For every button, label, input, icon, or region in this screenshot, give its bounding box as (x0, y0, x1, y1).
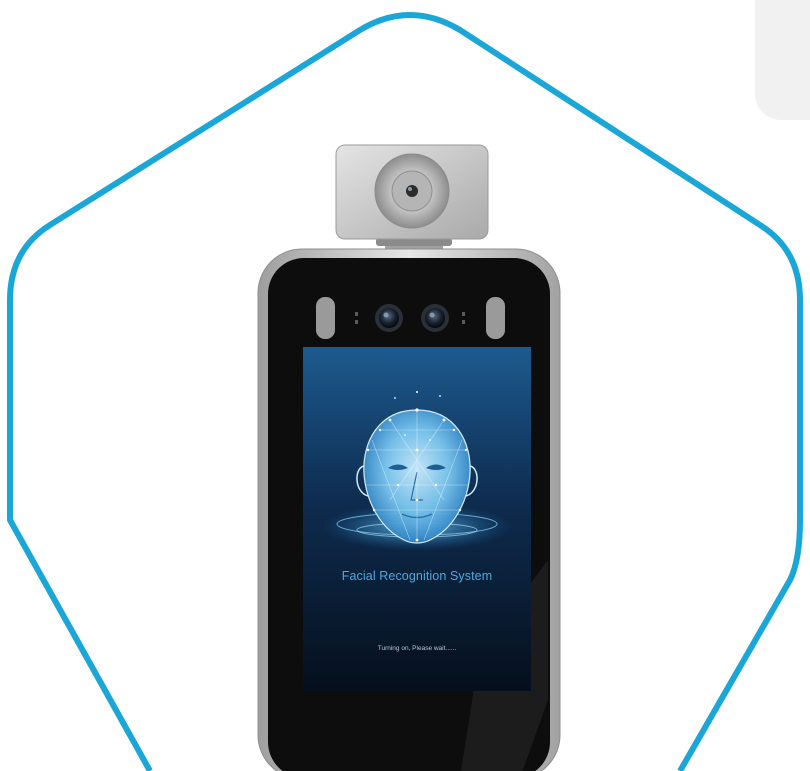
screen-title: Facial Recognition System (341, 569, 493, 583)
product-illustration (7, 12, 803, 771)
thermal-sensor-icon (374, 153, 450, 229)
camera-lens-icon (375, 304, 403, 332)
thermal-sensor-module (335, 144, 489, 251)
product-image: Facial Recognition System Turning on, Pl… (0, 0, 810, 771)
camera-lens-icon (421, 304, 449, 332)
screen-status-text: Turning on, Please wait...... (377, 645, 457, 652)
device-screen (303, 347, 531, 691)
